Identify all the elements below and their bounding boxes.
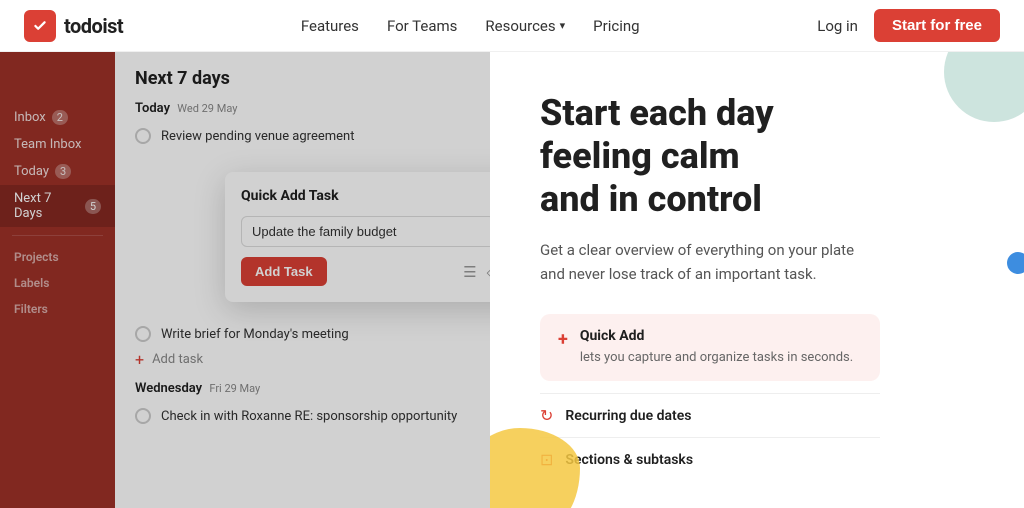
hero-title: Start each day feeling calm and in contr…	[540, 92, 920, 222]
hero-subtitle: Get a clear overview of everything on yo…	[540, 238, 880, 286]
feature-row-title: Recurring due dates	[565, 408, 691, 424]
brand-name: todoist	[64, 14, 123, 38]
app-mockup: 🔍 Quick find 🔥 10786 🔔 ⚙ Inbox 2 T	[0, 52, 490, 508]
nav-for-teams[interactable]: For Teams	[387, 17, 457, 35]
nav-actions: Log in Start for free	[817, 9, 1000, 42]
recurring-icon: ↻	[540, 406, 553, 425]
plus-icon: +	[558, 329, 568, 350]
nav-pricing[interactable]: Pricing	[593, 17, 639, 35]
feature-row-sections[interactable]: ⊡ Sections & subtasks	[540, 437, 880, 481]
top-navigation: todoist Features For Teams Resources ▾ P…	[0, 0, 1024, 52]
deco-blue-circle	[1007, 252, 1024, 274]
deco-teal-circle	[944, 52, 1024, 122]
logo[interactable]: todoist	[24, 10, 123, 42]
feature-row-recurring[interactable]: ↻ Recurring due dates	[540, 393, 880, 437]
start-free-button[interactable]: Start for free	[874, 9, 1000, 42]
feature-card-description: lets you capture and organize tasks in s…	[580, 348, 853, 368]
marketing-panel: Start each day feeling calm and in contr…	[490, 52, 1024, 508]
nav-features[interactable]: Features	[301, 17, 359, 35]
app-area: 🔍 Quick find 🔥 10786 🔔 ⚙ Inbox 2 T	[0, 52, 1024, 508]
login-link[interactable]: Log in	[817, 17, 858, 35]
nav-links: Features For Teams Resources ▾ Pricing	[301, 17, 640, 35]
feature-row-title: Sections & subtasks	[565, 452, 693, 468]
nav-resources[interactable]: Resources ▾	[485, 17, 565, 35]
modal-overlay-dim	[0, 52, 490, 508]
chevron-down-icon: ▾	[560, 19, 566, 32]
logo-icon	[24, 10, 56, 42]
feature-card-content: Quick Add lets you capture and organize …	[580, 328, 853, 368]
feature-card-quick-add: + Quick Add lets you capture and organiz…	[540, 314, 880, 382]
feature-card-title: Quick Add	[580, 328, 853, 344]
